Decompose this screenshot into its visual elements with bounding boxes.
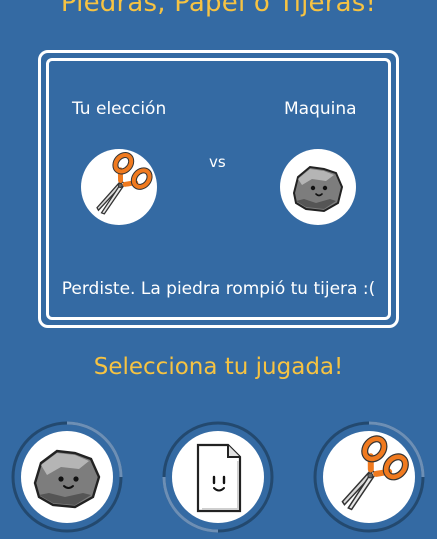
rock-icon [33, 449, 101, 509]
player-choice-label: Tu elección [72, 99, 167, 119]
vs-label: vs [209, 153, 226, 171]
rock-icon [292, 165, 344, 213]
scissors-icon [96, 151, 153, 215]
select-move-prompt: Selecciona tu jugada! [93, 354, 344, 380]
game-screen: Piedras, Papel o Tijeras! Tu elección Ma… [0, 0, 437, 539]
machine-choice-display [280, 149, 356, 225]
scissors-option-button[interactable] [313, 421, 425, 533]
player-choice-display [81, 149, 157, 225]
paper-icon [196, 443, 242, 513]
paper-option-button[interactable] [162, 421, 274, 533]
result-message: Perdiste. La piedra rompió tu tijera :( [61, 279, 376, 299]
game-title: Piedras, Papel o Tijeras! [60, 0, 377, 18]
rock-option-button[interactable] [11, 421, 123, 533]
machine-choice-label: Maquina [284, 99, 357, 119]
scissors-icon [341, 435, 409, 511]
